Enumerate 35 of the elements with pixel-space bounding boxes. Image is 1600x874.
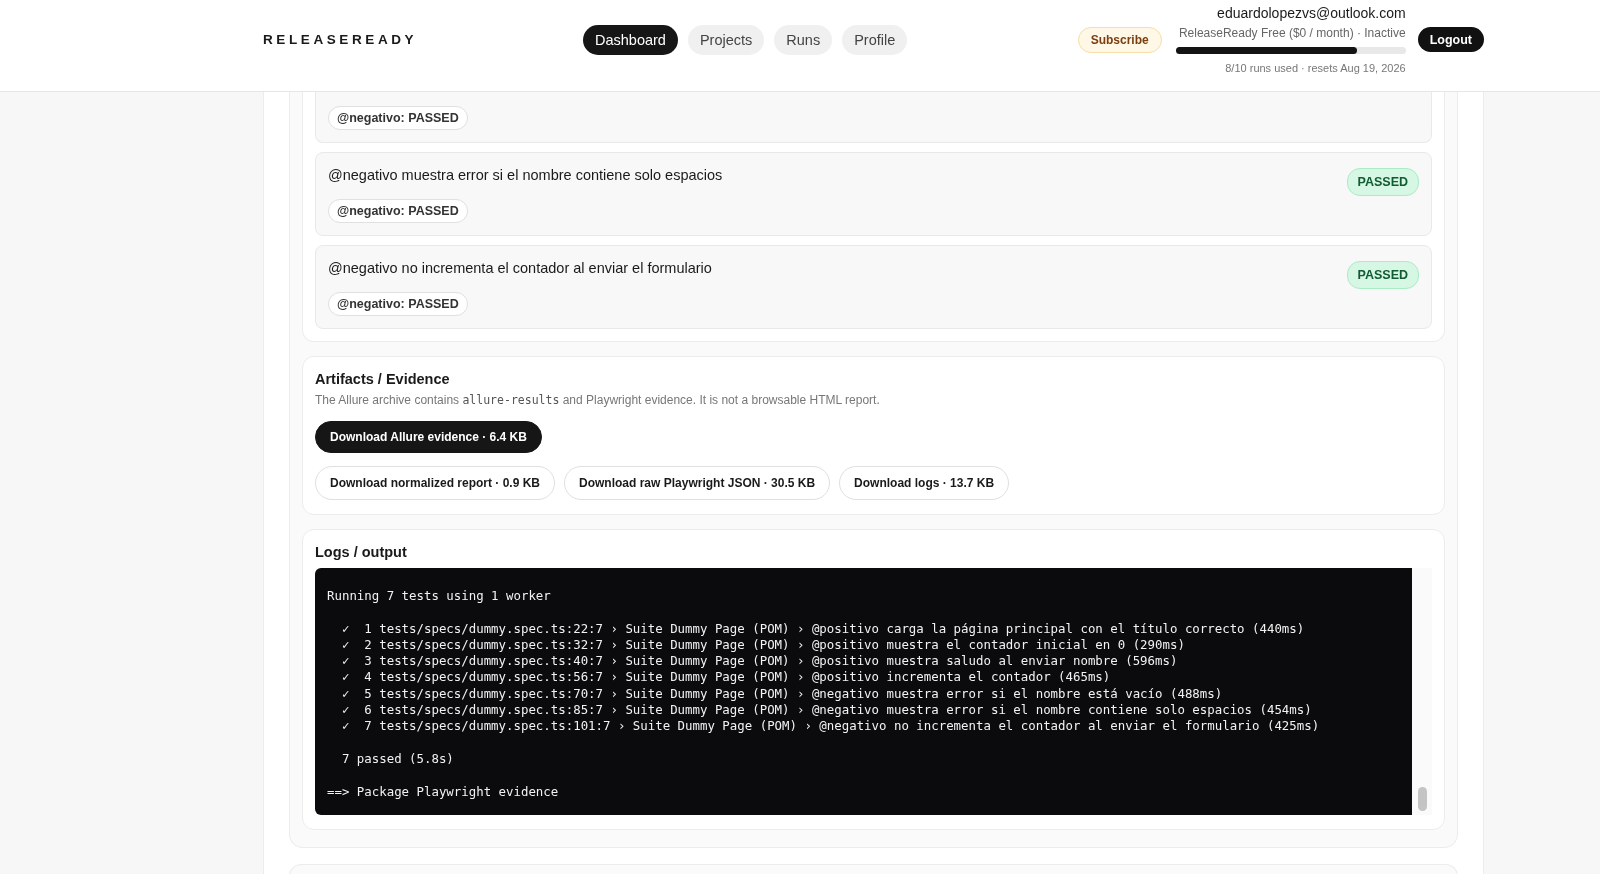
nav-tab[interactable]: Dashboard — [583, 24, 678, 55]
log-line: ==> Package Playwright evidence — [327, 783, 560, 800]
test-title: @negativo muestra error si el nombre contiene solo espacios — [328, 167, 723, 183]
download-button[interactable]: Download normalized report · 0.9 KB — [315, 466, 556, 500]
download-button[interactable]: Download logs · 13.7 KB — [839, 466, 1010, 500]
log-line: ✓ 1 tests/specs/dummy.spec.ts:22:7 › Suite Dummy Page (POM) › @positivo carga la página principal con el título correcto (440ms) — [340, 620, 1306, 637]
nav-tab[interactable]: Profile — [842, 24, 908, 55]
section-title: Logs / output — [315, 544, 408, 560]
log-line: Running 7 tests using 1 worker — [327, 588, 552, 605]
log-line: 7 passed (5.8s) — [340, 750, 455, 768]
nav-tab[interactable]: Runs — [774, 24, 833, 55]
download-button[interactable]: Download Allure evidence · 6.4 KB — [315, 421, 542, 453]
test-title: @negativo no incrementa el contador al enviar el formulario — [328, 260, 712, 276]
account-email: eduardolopezvs@outlook.com — [1217, 5, 1406, 21]
logo[interactable]: RELEASEREADY — [263, 32, 583, 47]
subscribe-button[interactable]: Subscribe — [1077, 26, 1162, 53]
section-title: Artifacts / Evidence — [315, 371, 451, 387]
tag-chip: @negativo: PASSED — [328, 199, 468, 223]
tag-chip: @negativo: PASSED — [328, 292, 468, 316]
usage-text: 8/10 runs used · resets Aug 19, 2026 — [1225, 62, 1406, 74]
nav-tab[interactable]: Projects — [687, 24, 765, 55]
status-badge: PASSED — [1346, 168, 1419, 196]
logout-button[interactable]: Logout — [1417, 27, 1484, 52]
scrollbar[interactable] — [1412, 568, 1432, 815]
log-line: ✓ 3 tests/specs/dummy.spec.ts:40:7 › Suite Dummy Page (POM) › @positivo muestra saludo al enviar nombre (596ms) — [340, 653, 1179, 670]
download-button[interactable]: Download raw Playwright JSON · 30.5 KB — [564, 466, 831, 500]
status-badge: PASSED — [1346, 261, 1419, 289]
artifacts-description: The Allure archive contains allure-results and Playwright evidence. It is not a browsable HTML report. — [315, 393, 881, 407]
tag-chip: @negativo: PASSED — [328, 106, 468, 130]
plan-status: ReleaseReady Free ($0 / month) · Inactive — [1178, 26, 1406, 40]
log-line: ✓ 7 tests/specs/dummy.spec.ts:101:7 › Suite Dummy Page (POM) › @negativo no incrementa el contador al enviar el formulario (425ms) — [340, 718, 1321, 735]
log-line: ✓ 2 tests/specs/dummy.spec.ts:32:7 › Suite Dummy Page (POM) › @positivo muestra el contador inicial en 0 (290ms) — [340, 636, 1186, 654]
log-line: ✓ 6 tests/specs/dummy.spec.ts:85:7 › Suite Dummy Page (POM) › @negativo muestra error si el nombre contiene solo espacios (454ms) — [340, 702, 1313, 719]
log-line: ✓ 4 tests/specs/dummy.spec.ts:56:7 › Suite Dummy Page (POM) › @positivo incrementa el contador (465ms) — [340, 669, 1112, 686]
log-line: ✓ 5 tests/specs/dummy.spec.ts:70:7 › Suite Dummy Page (POM) › @negativo muestra error si el nombre está vacío (488ms) — [340, 685, 1224, 703]
